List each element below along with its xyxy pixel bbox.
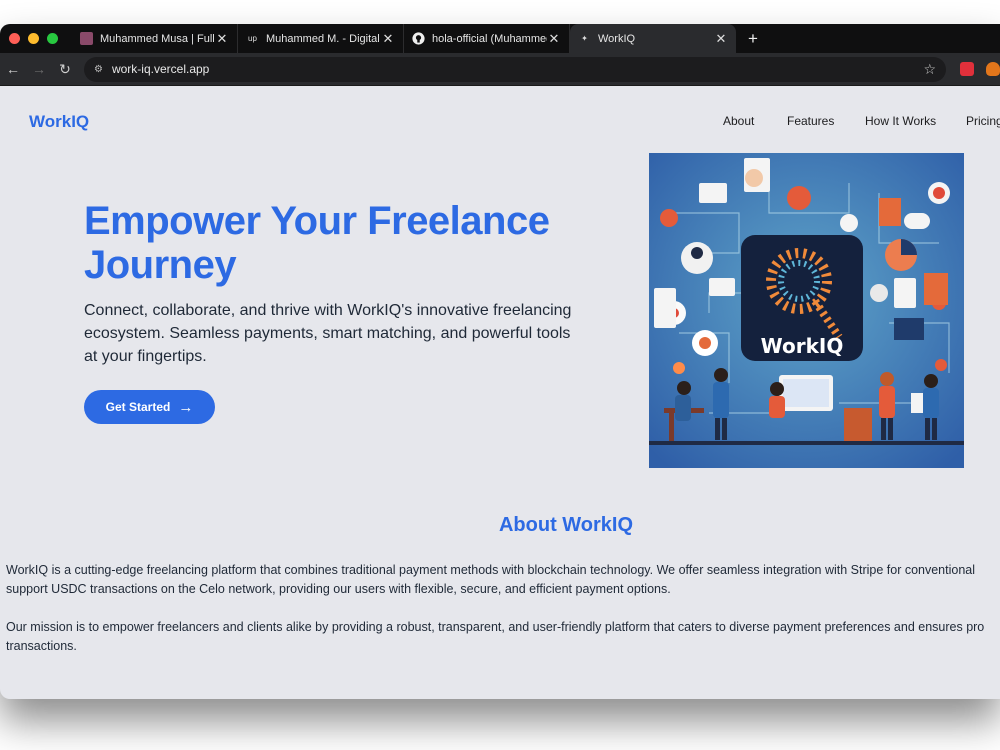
tab-upwork[interactable]: up Muhammed M. - Digital Marke ✕ (238, 24, 404, 53)
new-tab-button[interactable]: + (748, 29, 758, 49)
maximize-window-button[interactable] (47, 33, 58, 44)
browser-window: Muhammed Musa | Full-Stack ✕ up Muhammed… (0, 24, 1000, 699)
tab-workiq[interactable]: ✦ WorkIQ ✕ (570, 24, 736, 53)
hero-title: Empower Your Freelance Journey (84, 199, 550, 287)
illustration-graphic: WorkIQ (649, 153, 964, 468)
web-page: WorkIQ About Features How It Works Prici… (0, 86, 1000, 699)
tab-portfolio[interactable]: Muhammed Musa | Full-Stack ✕ (72, 24, 238, 53)
profile-photo-icon (80, 32, 93, 45)
metamask-icon[interactable] (986, 62, 1000, 76)
site-logo[interactable]: WorkIQ (29, 112, 89, 132)
extension-icon[interactable] (960, 62, 974, 76)
tab-bar: Muhammed Musa | Full-Stack ✕ up Muhammed… (0, 24, 1000, 53)
bookmark-star-icon[interactable]: ☆ (923, 61, 936, 78)
close-icon[interactable]: ✕ (381, 31, 395, 47)
tab-title: hola-official (Muhammed Mus (432, 32, 547, 45)
hero-subtitle: Connect, collaborate, and thrive with Wo… (84, 302, 572, 365)
reload-icon[interactable]: ↻ (52, 61, 78, 78)
nav-how-it-works[interactable]: How It Works (865, 114, 936, 128)
close-icon[interactable]: ✕ (547, 31, 561, 47)
close-window-button[interactable] (9, 33, 20, 44)
tab-title: Muhammed Musa | Full-Stack (100, 32, 215, 45)
get-started-button[interactable]: Get Started → (84, 390, 215, 424)
workiq-favicon: ✦ (581, 34, 588, 43)
about-paragraph-2: Our mission is to empower freelancers an… (6, 620, 985, 653)
hero-illustration: WorkIQ (649, 153, 964, 468)
back-arrow-icon[interactable]: ← (0, 61, 26, 77)
upwork-icon: up (248, 34, 257, 43)
address-bar[interactable]: ⚙ work-iq.vercel.app ☆ (84, 56, 946, 82)
tab-github[interactable]: hola-official (Muhammed Mus ✕ (404, 24, 570, 53)
nav-pricing[interactable]: Pricing (966, 114, 1000, 128)
close-icon[interactable]: ✕ (215, 31, 229, 47)
browser-toolbar: ← → ↻ ⚙ work-iq.vercel.app ☆ (0, 53, 1000, 86)
tab-title: Muhammed M. - Digital Marke (266, 32, 381, 45)
forward-arrow-icon[interactable]: → (26, 61, 52, 77)
nav-features[interactable]: Features (787, 114, 834, 128)
illustration-label: WorkIQ (761, 334, 844, 358)
window-controls (9, 33, 58, 44)
about-title: About WorkIQ (498, 514, 634, 536)
tab-title: WorkIQ (598, 32, 636, 45)
nav-about[interactable]: About (723, 114, 754, 128)
github-icon (412, 32, 425, 45)
site-settings-icon[interactable]: ⚙ (94, 64, 103, 75)
close-icon[interactable]: ✕ (714, 31, 728, 47)
arrow-right-icon: → (178, 398, 194, 416)
minimize-window-button[interactable] (28, 33, 39, 44)
url-text: work-iq.vercel.app (111, 62, 210, 76)
about-paragraph-1: WorkIQ is a cutting-edge freelancing pla… (6, 563, 976, 596)
get-started-label: Get Started (105, 400, 171, 414)
